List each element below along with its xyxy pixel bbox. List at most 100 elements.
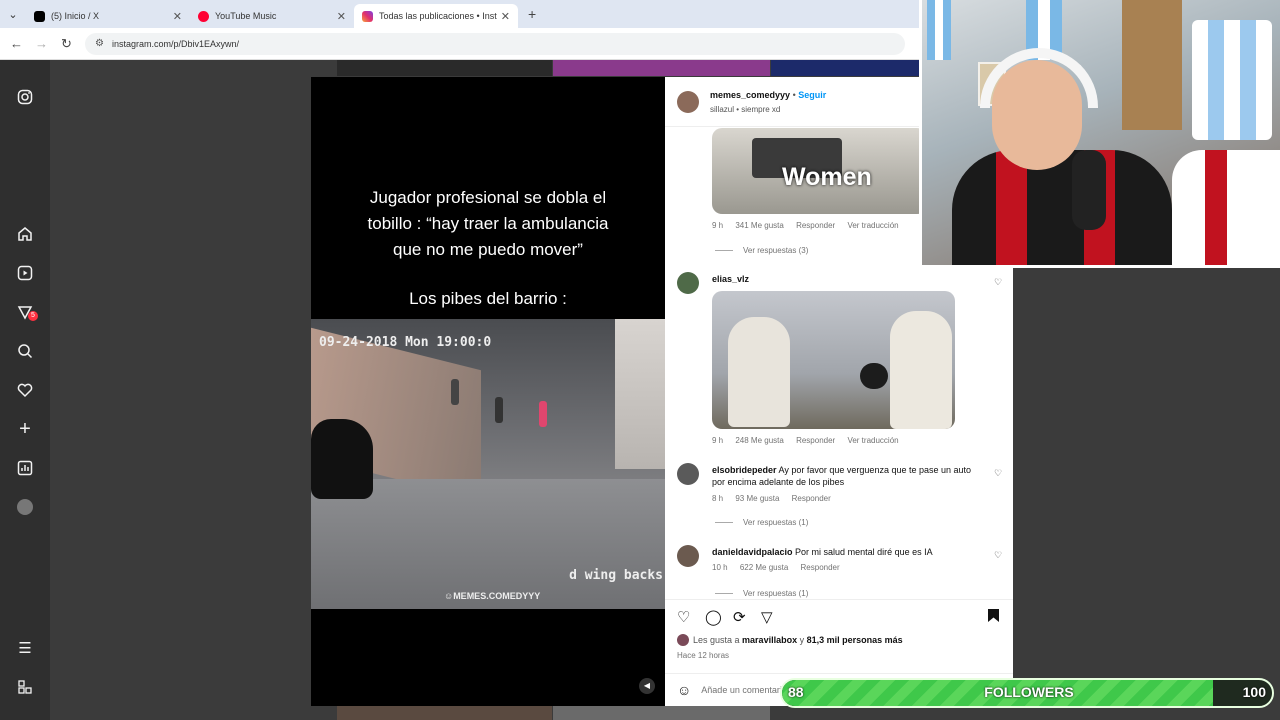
followers-goal-bar: 88 FOLLOWERS 100 <box>780 678 1274 708</box>
youtube-music-favicon-icon <box>198 10 209 22</box>
emoji-icon[interactable]: ☺ <box>677 682 691 698</box>
likes-mid: y <box>797 635 807 645</box>
comment-time: 9 h <box>712 436 724 445</box>
comment-meta: 9 h 248 Me gusta Responder Ver traducció… <box>712 436 909 445</box>
caption-line: tobillo : “hay traer la ambulancia <box>367 214 609 233</box>
wall-door <box>1122 0 1182 130</box>
comment-likes[interactable]: 341 Me gusta <box>735 221 783 230</box>
comment-text: Por mi salud mental diré que es IA <box>795 547 933 557</box>
reload-icon[interactable]: ↻ <box>54 36 79 52</box>
clip-person <box>451 379 459 405</box>
gif-character <box>890 311 952 429</box>
like-comment-icon[interactable]: ♡ <box>994 277 1002 288</box>
tab-bar: ⌄ (5) Inicio / X ✕ YouTube Music ✕ Todas… <box>0 0 920 28</box>
search-icon[interactable] <box>16 342 34 360</box>
view-replies[interactable]: Ver respuestas (3) <box>715 246 808 255</box>
likes-user[interactable]: maravillabox <box>742 635 797 645</box>
commenter-username[interactable]: danieldavidpalacio <box>712 547 793 557</box>
dashboard-icon[interactable] <box>16 459 34 477</box>
gif-character <box>728 317 790 427</box>
background-post-thumb <box>771 60 921 76</box>
gif-object <box>860 363 888 389</box>
home-icon[interactable] <box>16 225 34 243</box>
like-comment-icon[interactable]: ♡ <box>994 468 1002 479</box>
commenter-username[interactable]: elias_vlz <box>712 274 749 284</box>
audio-icon[interactable]: ◀ <box>639 678 655 694</box>
translate-link[interactable]: Ver traducción <box>847 221 898 230</box>
clip-person <box>495 397 503 423</box>
comment-icon[interactable]: ◯ <box>705 608 722 626</box>
view-replies-label: Ver respuestas (3) <box>743 246 809 255</box>
instagram-icon[interactable] <box>16 88 34 106</box>
reply-link[interactable]: Responder <box>801 563 840 572</box>
background-post-thumb <box>553 706 770 720</box>
view-replies-label: Ver respuestas (1) <box>743 518 809 527</box>
close-tab-icon[interactable]: ✕ <box>173 10 182 23</box>
commenter-avatar[interactable] <box>677 272 699 294</box>
profile-icon[interactable] <box>16 498 34 516</box>
address-bar-row: ← → ↻ ⚙ instagram.com/p/Dbiv1EAxywn/ <box>0 28 920 60</box>
tab-instagram[interactable]: Todas las publicaciones • Instag ✕ <box>354 4 518 28</box>
menu-icon[interactable]: ☰ <box>16 639 34 657</box>
close-tab-icon[interactable]: ✕ <box>501 10 510 23</box>
tab-search-button[interactable]: ⌄ <box>0 0 26 28</box>
save-icon[interactable] <box>987 608 1000 627</box>
view-replies[interactable]: Ver respuestas (1) <box>715 518 808 527</box>
comment-body: danieldavidpalacio Por mi salud mental d… <box>712 546 974 558</box>
notification-badge: 5 <box>28 311 38 321</box>
tab-x[interactable]: (5) Inicio / X ✕ <box>26 4 190 28</box>
create-icon[interactable]: + <box>16 418 34 440</box>
share-icon[interactable]: ▽ <box>761 608 773 626</box>
back-icon[interactable]: ← <box>4 36 29 51</box>
follow-button[interactable]: Seguir <box>798 90 826 100</box>
video-caption-bottom: Los pibes del barrio : <box>409 289 567 308</box>
commenter-avatar[interactable] <box>677 463 699 485</box>
comment-likes[interactable]: 248 Me gusta <box>735 436 783 445</box>
gif-caption: Women <box>782 163 872 191</box>
liker-avatar <box>677 634 689 646</box>
tab-title: YouTube Music <box>215 11 277 21</box>
new-tab-icon[interactable]: + <box>528 6 536 22</box>
tab-title: (5) Inicio / X <box>51 11 100 21</box>
comment-likes[interactable]: 622 Me gusta <box>740 563 788 572</box>
background-post-thumb <box>337 60 552 76</box>
comment-time: 9 h <box>712 221 724 230</box>
likes-summary: Les gusta a maravillabox y 81,3 mil pers… <box>677 634 903 646</box>
headphones <box>980 48 1098 108</box>
reply-link[interactable]: Responder <box>792 494 831 503</box>
screen: ⌄ (5) Inicio / X ✕ YouTube Music ✕ Todas… <box>0 0 1280 720</box>
x-favicon-icon <box>34 10 45 22</box>
comment-gif: Women <box>712 128 927 214</box>
reels-icon[interactable] <box>16 264 34 282</box>
tab-youtube-music[interactable]: YouTube Music ✕ <box>190 4 354 28</box>
instagram-favicon-icon <box>362 10 373 22</box>
background-post-thumb <box>337 706 552 720</box>
repost-icon[interactable]: ⟳ <box>733 608 746 626</box>
author-username[interactable]: memes_comedyyy <box>710 90 790 100</box>
likes-prefix: Les gusta a <box>693 635 743 645</box>
author-avatar[interactable] <box>677 91 699 113</box>
post-audio[interactable]: sillazul • siempre xd <box>710 105 780 114</box>
commenter-username[interactable]: elsobridepeder <box>712 465 777 475</box>
like-icon[interactable]: ♡ <box>677 608 690 626</box>
like-comment-icon[interactable]: ♡ <box>994 550 1002 561</box>
comment-body: elsobridepeder Ay por favor que verguenz… <box>712 464 974 488</box>
more-apps-icon[interactable] <box>16 678 34 696</box>
video-watermark: ☺MEMES.COMEDYYY <box>444 591 541 601</box>
reply-link[interactable]: Responder <box>796 221 835 230</box>
commenter-avatar[interactable] <box>677 545 699 567</box>
translate-link[interactable]: Ver traducción <box>847 436 898 445</box>
close-tab-icon[interactable]: ✕ <box>337 10 346 23</box>
forward-icon[interactable]: → <box>29 36 54 51</box>
likes-count[interactable]: 81,3 mil personas más <box>807 635 903 645</box>
reel-video[interactable]: Jugador profesional se dobla el tobillo … <box>311 77 665 706</box>
reply-link[interactable]: Responder <box>796 436 835 445</box>
url-field[interactable]: ⚙ instagram.com/p/Dbiv1EAxywn/ <box>85 32 905 55</box>
comment-likes[interactable]: 93 Me gusta <box>735 494 779 503</box>
followers-goal: 100 <box>1242 684 1266 700</box>
notifications-icon[interactable] <box>16 381 34 399</box>
comment-meta: 10 h 622 Me gusta Responder <box>712 563 850 572</box>
view-replies[interactable]: Ver respuestas (1) <box>715 588 808 598</box>
comment-time: 10 h <box>712 563 728 572</box>
site-info-icon[interactable]: ⚙ <box>95 38 104 49</box>
